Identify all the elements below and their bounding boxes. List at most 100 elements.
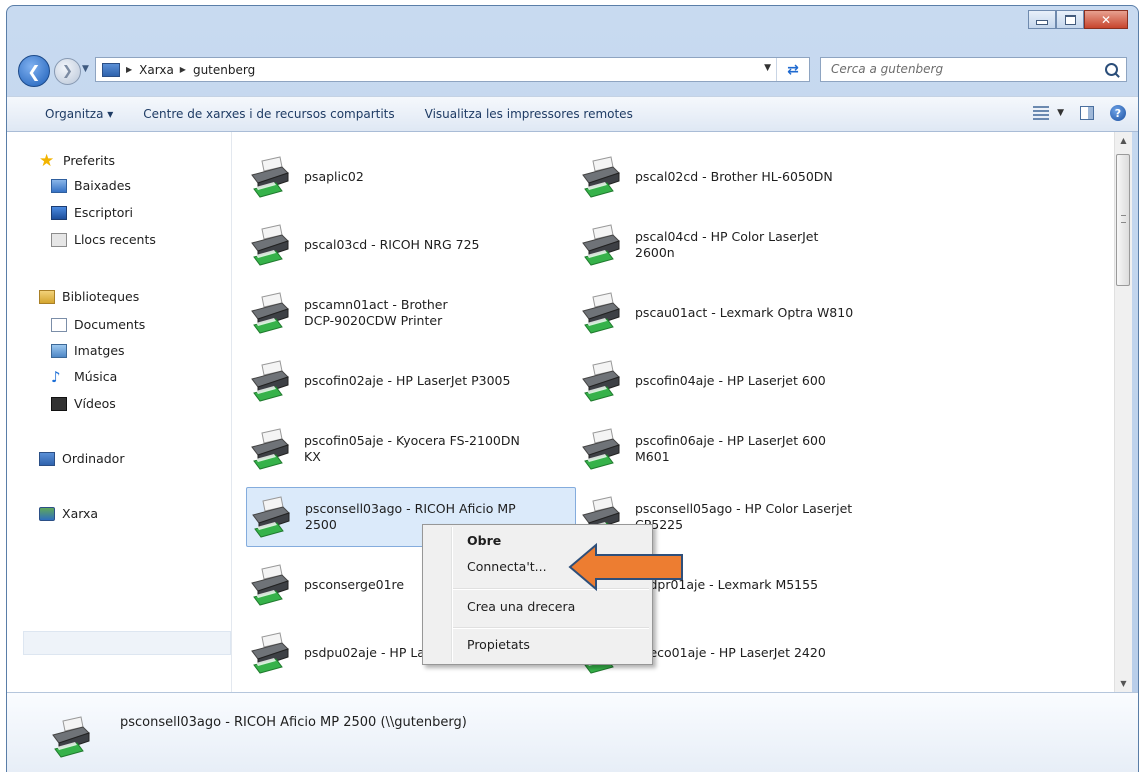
- printer-label: pscofin06aje - HP LaserJet 600 M601: [635, 433, 826, 464]
- nav-recent[interactable]: Llocs recents: [51, 232, 156, 247]
- breadcrumb-separator-icon[interactable]: ▶: [180, 65, 186, 74]
- maximize-icon: [1064, 14, 1076, 25]
- nav-libraries[interactable]: Biblioteques: [39, 289, 139, 304]
- printer-label: pscofin02aje - HP LaserJet P3005: [304, 373, 511, 388]
- nav-label: Llocs recents: [74, 232, 156, 247]
- desktop-icon: [51, 205, 67, 220]
- back-arrow-icon: ❮: [27, 61, 41, 81]
- nav-label: Vídeos: [74, 396, 116, 411]
- scrollbar-thumb[interactable]: [1116, 154, 1130, 286]
- close-button[interactable]: ✕: [1084, 10, 1128, 29]
- printer-icon: [577, 425, 625, 473]
- menu-item-properties[interactable]: Propietats: [467, 637, 530, 652]
- remote-printers-button[interactable]: Visualitza les impressores remotes: [425, 104, 633, 124]
- printer-item[interactable]: pscofin06aje - HP LaserJet 600 M601: [577, 419, 907, 479]
- nav-label: Ordinador: [62, 451, 125, 466]
- printer-label: pscau01act - Lexmark Optra W810: [635, 305, 854, 320]
- forward-arrow-icon: ❯: [62, 64, 73, 79]
- printer-label: psconsell05ago - HP Color Laserjet CP522…: [635, 501, 853, 532]
- refresh-button[interactable]: ⇄: [776, 58, 809, 81]
- vertical-scrollbar[interactable]: ▲ ▼: [1114, 132, 1132, 692]
- printer-item[interactable]: pscal02cd - Brother HL-6050DN: [577, 147, 907, 207]
- views-dropdown-icon[interactable]: ▼: [1057, 108, 1064, 118]
- printer-label: pscal02cd - Brother HL-6050DN: [635, 169, 833, 184]
- minimize-icon: [1036, 20, 1048, 25]
- search-box[interactable]: [820, 57, 1127, 82]
- grip-icon: [1121, 215, 1126, 223]
- details-title: psconsell03ago - RICOH Aficio MP 2500 (\…: [120, 715, 467, 730]
- printer-icon: [246, 357, 294, 405]
- help-icon[interactable]: ?: [1110, 105, 1126, 121]
- printer-label: pscal04cd - HP Color LaserJet 2600n: [635, 229, 819, 260]
- menu-gutter: [451, 527, 453, 662]
- details-pane: psconsell03ago - RICOH Aficio MP 2500 (\…: [7, 692, 1138, 772]
- printer-item[interactable]: pscau01act - Lexmark Optra W810: [577, 283, 907, 343]
- printer-item[interactable]: pscofin04aje - HP Laserjet 600: [577, 351, 907, 411]
- nav-desktop[interactable]: Escriptori: [51, 205, 133, 220]
- printer-item[interactable]: pscamn01act - Brother DCP-9020CDW Printe…: [246, 283, 576, 343]
- recent-places-icon: [51, 232, 67, 247]
- forward-button[interactable]: ❯: [54, 58, 81, 85]
- search-icon[interactable]: [1105, 63, 1118, 76]
- scroll-down-arrow-icon[interactable]: ▼: [1115, 675, 1132, 692]
- organize-button[interactable]: Organitza ▾: [45, 104, 113, 124]
- printer-item[interactable]: pscal03cd - RICOH NRG 725: [246, 215, 576, 275]
- search-input[interactable]: [829, 61, 1093, 77]
- minimize-button[interactable]: [1028, 10, 1056, 29]
- file-list: psaplic02 pscal02cd - Brother HL-6050DN ps…: [232, 132, 1114, 692]
- orange-arrow-annotation: [568, 542, 683, 592]
- printer-label: pscofin05aje - Kyocera FS-2100DN KX: [304, 433, 520, 464]
- documents-icon: [51, 317, 67, 332]
- printer-icon: [246, 425, 294, 473]
- nav-network[interactable]: Xarxa: [39, 506, 98, 521]
- maximize-button[interactable]: [1056, 10, 1084, 29]
- back-button[interactable]: ❮: [18, 55, 50, 87]
- printer-icon: [577, 357, 625, 405]
- network-location-icon: [102, 62, 120, 77]
- nav-downloads[interactable]: Baixades: [51, 178, 131, 193]
- breadcrumb-xarxa[interactable]: Xarxa: [139, 63, 174, 77]
- nav-computer[interactable]: Ordinador: [39, 451, 124, 466]
- nav-label: Escriptori: [74, 205, 133, 220]
- printer-item[interactable]: pscal04cd - HP Color LaserJet 2600n: [577, 215, 907, 275]
- printer-icon: [247, 493, 295, 541]
- nav-music[interactable]: ♪ Música: [51, 369, 117, 384]
- nav-images[interactable]: Imatges: [51, 343, 125, 358]
- printer-icon: [577, 221, 625, 269]
- navigation-pane: ★ Preferits Baixades Escriptori Llocs rec…: [7, 132, 232, 692]
- nav-label: Xarxa: [62, 506, 99, 521]
- printer-item[interactable]: pscofin05aje - Kyocera FS-2100DN KX: [246, 419, 576, 479]
- scroll-up-arrow-icon[interactable]: ▲: [1115, 132, 1132, 149]
- menu-item-open[interactable]: Obre: [467, 533, 501, 548]
- preview-pane-icon[interactable]: [1080, 106, 1094, 120]
- network-center-button[interactable]: Centre de xarxes i de recursos compartit…: [143, 104, 394, 124]
- printer-label: pscofin04aje - HP Laserjet 600: [635, 373, 826, 388]
- printer-label: psaplic02: [304, 169, 364, 184]
- address-bar[interactable]: ▶ Xarxa ▶ gutenberg ▼ ⇄: [95, 57, 810, 82]
- network-icon: [39, 506, 55, 521]
- printer-item[interactable]: pscofin02aje - HP LaserJet P3005: [246, 351, 576, 411]
- breadcrumb-gutenberg[interactable]: gutenberg: [193, 63, 255, 77]
- nav-favorites[interactable]: ★ Preferits: [39, 152, 115, 169]
- nav-documents[interactable]: Documents: [51, 317, 145, 332]
- printer-item[interactable]: psaplic02: [246, 147, 576, 207]
- menu-item-create-shortcut[interactable]: Crea una drecera: [467, 599, 575, 614]
- printer-icon: [246, 153, 294, 201]
- printer-label: psconserge01re: [304, 577, 405, 592]
- pictures-icon: [51, 343, 67, 358]
- computer-icon: [39, 451, 55, 466]
- breadcrumb-separator-icon[interactable]: ▶: [126, 65, 132, 74]
- address-dropdown-icon[interactable]: ▼: [764, 63, 771, 73]
- printer-icon: [246, 289, 294, 337]
- command-bar: Organitza ▾ Centre de xarxes i de recurs…: [7, 96, 1138, 132]
- printer-icon: [52, 716, 90, 758]
- recent-pages-dropdown[interactable]: ▼: [82, 64, 89, 74]
- title-buttons: ✕: [1028, 10, 1128, 29]
- toolbar-right: ▼ ?: [1033, 105, 1126, 121]
- nav-videos[interactable]: Vídeos: [51, 396, 116, 411]
- printer-icon: [577, 289, 625, 337]
- change-view-icon[interactable]: [1033, 106, 1050, 120]
- menu-separator: [453, 627, 649, 629]
- music-note-icon: ♪: [51, 367, 61, 386]
- menu-item-connect[interactable]: Connecta't...: [467, 559, 547, 574]
